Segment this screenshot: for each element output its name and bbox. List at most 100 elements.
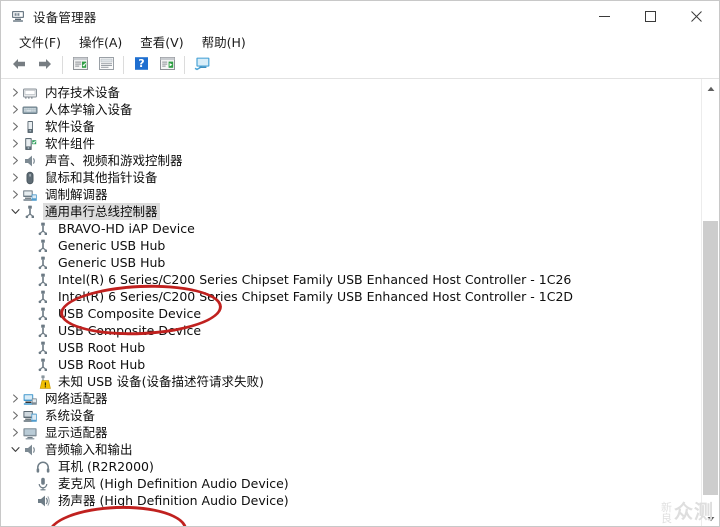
minimize-button[interactable] [581,1,627,31]
chevron-right-icon[interactable] [9,101,22,118]
usb-device-icon [35,357,51,373]
tree-row[interactable]: Intel(R) 6 Series/C200 Series Chipset Fa… [1,288,701,305]
scan-hardware-button[interactable] [155,54,179,76]
tree-row[interactable]: 耳机 (R2R2000) [1,458,701,475]
watermark-main: 众测 [673,501,714,524]
scrollbar-thumb[interactable] [703,221,718,495]
tree-row[interactable]: 未知 USB 设备(设备描述符请求失败) [1,373,701,390]
menu-file[interactable]: 文件(F) [10,31,70,53]
tree-row[interactable]: 调制解调器 [1,186,701,203]
scrollbar-track[interactable] [702,96,719,509]
tree-row[interactable]: 鼠标和其他指针设备 [1,169,701,186]
menu-action[interactable]: 操作(A) [70,31,131,53]
chevron-none [22,305,35,322]
chevron-right-icon[interactable] [9,186,22,203]
tree-row-label: 通用串行总线控制器 [43,203,160,220]
usb-device-icon [35,340,51,356]
chevron-right-icon[interactable] [9,152,22,169]
tree-row-label: 显示适配器 [45,425,108,440]
tree-row[interactable]: 网络适配器 [1,390,701,407]
monitor-icon [193,56,211,74]
usb-device-icon [35,272,51,288]
usb-device-icon [35,306,51,322]
chevron-none [22,458,35,475]
tree-row[interactable]: 显示适配器 [1,424,701,441]
tree-row[interactable]: 声音、视频和游戏控制器 [1,152,701,169]
sound-video-game-icon [22,153,38,169]
help-button[interactable]: ? [129,54,153,76]
tree-row[interactable]: Generic USB Hub [1,237,701,254]
device-manager-icon [10,8,26,24]
forward-arrow-icon [37,57,53,74]
maximize-button[interactable] [627,1,673,31]
watermark: 新 良 众测 [661,502,714,524]
tree-row[interactable]: 软件组件 [1,135,701,152]
properties-button[interactable] [68,54,92,76]
chevron-none [22,220,35,237]
tree-row-label: 调制解调器 [45,187,108,202]
chevron-none [22,254,35,271]
document-icon [98,56,115,74]
usb-controller-icon [22,204,38,220]
forward-button[interactable] [33,54,57,76]
menu-view[interactable]: 查看(V) [131,31,192,53]
tree-row-label: USB Composite Device [58,306,202,321]
tree-row-label: 麦克风 (High Definition Audio Device) [58,476,289,491]
close-button[interactable] [673,1,719,31]
update-driver-button[interactable] [94,54,118,76]
show-hidden-devices-button[interactable] [190,54,214,76]
tree-row[interactable]: 内存技术设备 [1,84,701,101]
tree-row[interactable]: 人体学输入设备 [1,101,701,118]
chevron-right-icon[interactable] [9,84,22,101]
tree-row-label: USB Composite Device [58,323,202,338]
tree-row[interactable]: 系统设备 [1,407,701,424]
chevron-right-icon[interactable] [9,135,22,152]
tree-row-label: 未知 USB 设备(设备描述符请求失败) [58,374,264,389]
modem-icon [22,187,38,203]
toolbar-separator-2 [123,56,124,74]
svg-text:?: ? [138,57,144,70]
tree-row[interactable]: Generic USB Hub [1,254,701,271]
tree-row[interactable]: 音频输入和输出 [1,441,701,458]
menu-help[interactable]: 帮助(H) [193,31,255,53]
chevron-down-icon[interactable] [9,441,22,458]
tree-row[interactable]: 扬声器 (High Definition Audio Device) [1,492,701,509]
properties-icon [72,56,89,74]
chevron-right-icon[interactable] [9,390,22,407]
tree-row-label: Generic USB Hub [58,238,166,253]
chevron-right-icon[interactable] [9,407,22,424]
software-component-icon [22,136,38,152]
chevron-right-icon[interactable] [9,118,22,135]
tree-row-label: 内存技术设备 [45,85,121,100]
tree-row[interactable]: BRAVO-HD iAP Device [1,220,701,237]
tree-row[interactable]: USB Root Hub [1,356,701,373]
chevron-right-icon[interactable] [9,169,22,186]
system-device-icon [22,408,38,424]
chevron-down-icon[interactable] [9,203,22,220]
tree-row[interactable]: 麦克风 (High Definition Audio Device) [1,475,701,492]
tree-row-label: Intel(R) 6 Series/C200 Series Chipset Fa… [58,272,572,287]
chevron-right-icon[interactable] [9,424,22,441]
memory-device-icon [22,85,38,101]
tree-row-label: USB Root Hub [58,357,146,372]
scroll-up-button[interactable] [702,79,719,96]
tree-row[interactable]: 通用串行总线控制器 [1,203,701,220]
vertical-scrollbar[interactable] [701,79,719,526]
tree-row[interactable]: 软件设备 [1,118,701,135]
tree-row[interactable]: USB Composite Device [1,305,701,322]
tree-row[interactable]: USB Composite Device [1,322,701,339]
tree-row-label: 耳机 (R2R2000) [58,459,154,474]
tree-row-label: USB Root Hub [58,340,146,355]
device-tree[interactable]: 内存技术设备 人体学输入设备 软件设备 软件组件 声音、视频和游戏控制器 鼠标和其他指针设… [1,79,701,526]
tree-row[interactable]: Intel(R) 6 Series/C200 Series Chipset Fa… [1,271,701,288]
chevron-none [22,492,35,509]
usb-device-icon [35,238,51,254]
back-button[interactable] [7,54,31,76]
tree-row[interactable]: USB Root Hub [1,339,701,356]
toolbar-separator-1 [62,56,63,74]
toolbar: ? [1,52,719,79]
toolbar-separator-3 [184,56,185,74]
display-adapter-icon [22,425,38,441]
tree-row-label: 扬声器 (High Definition Audio Device) [58,493,289,508]
title-bar: 设备管理器 [1,1,719,31]
